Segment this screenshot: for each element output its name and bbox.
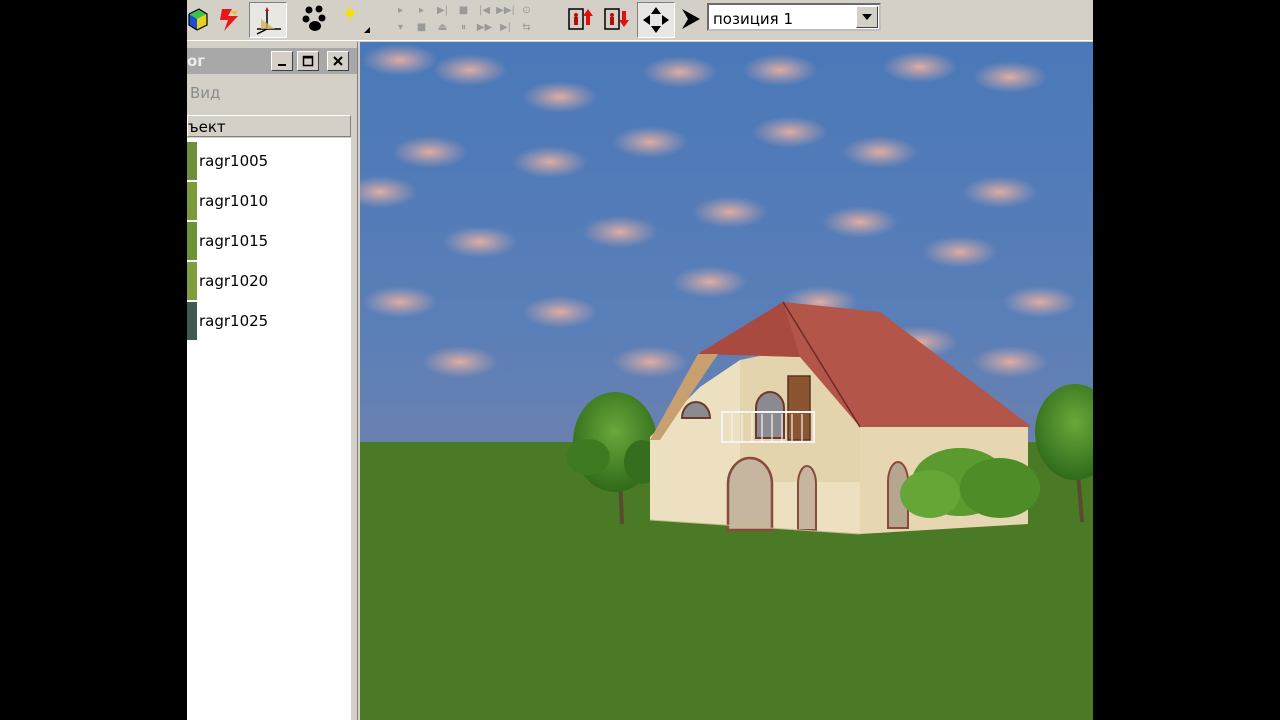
3d-viewport[interactable] (360, 42, 1093, 720)
cloud (432, 54, 508, 86)
texture-thumbnail (187, 142, 197, 180)
list-item-label: ragr1015 (199, 232, 269, 250)
column-header-label: ъект (188, 118, 226, 136)
toolbar: ▸ ▸ ▶| ■ |◀ ▶▶| ⊙ ▾ ■ ⏏ ⏸ ▶▶ ▶| ⇆ позици… (187, 0, 1093, 41)
stop-icon[interactable]: ■ (453, 2, 474, 19)
chevron-down-icon[interactable] (856, 6, 878, 28)
cube-icon[interactable] (187, 2, 209, 36)
cloud (1002, 286, 1078, 318)
record-icon[interactable]: ⊙ (516, 2, 537, 19)
position-select[interactable]: позиция 1 (707, 3, 881, 31)
texture-thumbnail (187, 182, 197, 220)
maximize-icon (302, 55, 314, 67)
eject-icon[interactable]: ⏏ (432, 19, 453, 36)
cloud (922, 236, 998, 268)
elevator-down-icon[interactable] (601, 2, 633, 36)
go-start-icon[interactable]: ▸ (390, 2, 411, 19)
cloud (582, 216, 658, 248)
cloud (642, 56, 718, 88)
cloud (522, 81, 598, 113)
list-item[interactable]: ragr1010 (187, 182, 351, 220)
object-list: ragr1005 ragr1010 ragr1015 ragr1020 ragr… (187, 138, 351, 720)
play-end-icon[interactable]: ▶| (432, 2, 453, 19)
fast-forward-icon[interactable]: ▶▶ (474, 19, 495, 36)
texture-thumbnail (187, 302, 197, 340)
cloud (522, 296, 598, 328)
loop-icon[interactable]: ⇆ (516, 19, 537, 36)
cloud (962, 176, 1038, 208)
texture-thumbnail (187, 222, 197, 260)
list-item[interactable]: ragr1025 (187, 302, 351, 340)
cloud (822, 206, 898, 238)
column-header[interactable]: ъект (187, 115, 351, 137)
skip-end-icon[interactable]: ▶▶| (495, 2, 516, 19)
list-item-label: ragr1010 (199, 192, 269, 210)
lightning-icon[interactable] (215, 2, 245, 36)
sun-icon[interactable] (337, 2, 373, 36)
rewind-start-icon[interactable]: |◀ (474, 2, 495, 19)
playback-controls: ▸ ▸ ▶| ■ |◀ ▶▶| ⊙ ▾ ■ ⏏ ⏸ ▶▶ ▶| ⇆ (390, 2, 537, 36)
cloud (362, 44, 438, 76)
close-icon (333, 56, 343, 66)
down-icon[interactable]: ▾ (390, 19, 411, 36)
cloud (422, 346, 498, 378)
panel-splitter[interactable] (351, 138, 357, 720)
cloud (392, 136, 468, 168)
axes-icon[interactable] (249, 2, 287, 38)
cloud (692, 196, 768, 228)
cloud (362, 286, 438, 318)
minimize-button[interactable] (271, 51, 293, 71)
cloud (512, 146, 588, 178)
close-button[interactable] (327, 51, 349, 71)
list-item-label: ragr1025 (199, 312, 269, 330)
panel-titlebar: ог (187, 48, 357, 74)
position-select-value: позиция 1 (713, 10, 794, 28)
cloud (612, 346, 688, 378)
cloud (612, 126, 688, 158)
cloud (672, 266, 748, 298)
minimize-icon (278, 64, 286, 66)
list-item[interactable]: ragr1015 (187, 222, 351, 260)
elevator-up-icon[interactable] (565, 2, 597, 36)
stop2-icon[interactable]: ■ (411, 19, 432, 36)
cloud (742, 54, 818, 86)
pause-icon[interactable]: ⏸ (453, 19, 474, 36)
maximize-button[interactable] (297, 51, 319, 71)
cloud (842, 136, 918, 168)
cloud (752, 116, 828, 148)
list-item[interactable]: ragr1005 (187, 142, 351, 180)
cloud (972, 61, 1048, 93)
step-play-icon[interactable]: ▸ (411, 2, 432, 19)
next-icon[interactable]: ▶| (495, 19, 516, 36)
menu-view[interactable]: Вид (190, 84, 220, 102)
cloud (972, 346, 1048, 378)
navigate-icon[interactable] (637, 2, 675, 38)
texture-thumbnail (187, 262, 197, 300)
catalog-panel: ог Вид ъект ragr1005 ragr1010 ragr1015 r… (187, 42, 358, 720)
list-item-label: ragr1020 (199, 272, 269, 290)
cloud (442, 226, 518, 258)
list-item-label: ragr1005 (199, 152, 269, 170)
paw-icon[interactable] (299, 2, 331, 36)
panel-title: ог (187, 52, 206, 70)
arrow-icon[interactable] (679, 2, 703, 36)
cloud (882, 51, 958, 83)
list-item[interactable]: ragr1020 (187, 262, 351, 300)
application-window: ▸ ▸ ▶| ■ |◀ ▶▶| ⊙ ▾ ■ ⏏ ⏸ ▶▶ ▶| ⇆ позици… (187, 0, 1093, 720)
